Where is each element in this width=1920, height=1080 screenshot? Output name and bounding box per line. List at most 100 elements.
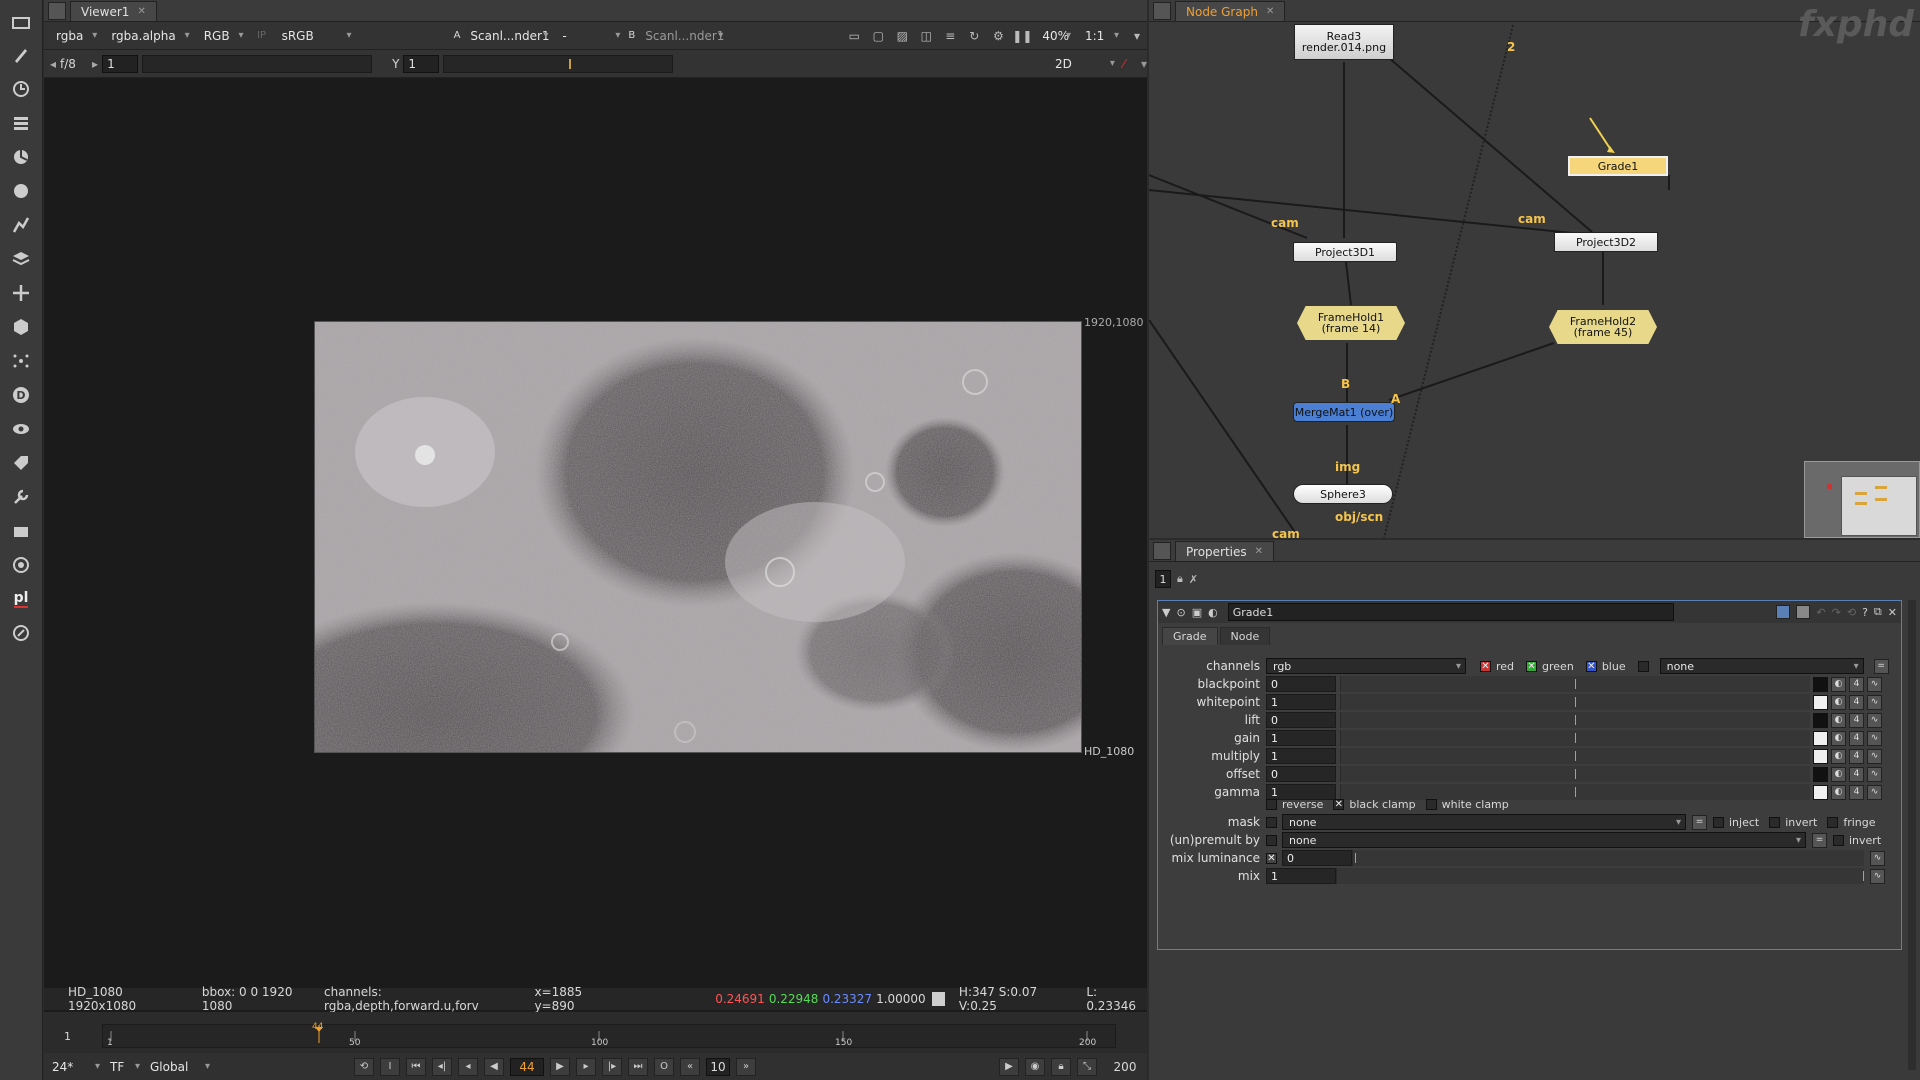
premult-checkbox[interactable] bbox=[1266, 834, 1277, 846]
split-channels-button[interactable]: 4 bbox=[1849, 766, 1864, 782]
overlay-icon[interactable]: ◫ bbox=[916, 26, 936, 46]
color-swatch[interactable] bbox=[1813, 712, 1828, 728]
split-channels-button[interactable]: 4 bbox=[1849, 712, 1864, 728]
curve-icon[interactable]: ∿ bbox=[1867, 748, 1882, 764]
split-channels-button[interactable]: 4 bbox=[1849, 730, 1864, 746]
node-framehold1[interactable]: FrameHold1 (frame 14) bbox=[1297, 306, 1405, 340]
metadata-tag-icon[interactable] bbox=[8, 450, 34, 476]
close-icon[interactable]: ✕ bbox=[1255, 546, 1263, 557]
scope-dropdown[interactable]: Global bbox=[144, 1057, 214, 1077]
loop-icon[interactable]: ⟲ bbox=[354, 1057, 374, 1076]
node-graph-minimap[interactable] bbox=[1804, 461, 1920, 538]
mix-field[interactable]: 1 bbox=[1266, 868, 1336, 884]
param-field[interactable]: 0 bbox=[1266, 676, 1336, 692]
param-slider[interactable] bbox=[1340, 766, 1810, 782]
max-panels-field[interactable]: 1 bbox=[1155, 570, 1171, 588]
refresh-icon[interactable]: ↻ bbox=[964, 26, 984, 46]
collapse-icon[interactable]: ▼ bbox=[1162, 606, 1170, 619]
transform-move-icon[interactable] bbox=[8, 280, 34, 306]
mix-luminance-field[interactable]: 0 bbox=[1282, 850, 1352, 866]
color-wheel-icon[interactable] bbox=[8, 144, 34, 170]
premult-link-button[interactable]: = bbox=[1812, 832, 1827, 848]
channels-select[interactable]: rgb bbox=[1266, 658, 1466, 674]
input-a-dropdown[interactable]: Scanl...nder1 bbox=[464, 26, 552, 46]
ratio-dropdown[interactable]: 1:1 bbox=[1079, 26, 1123, 46]
color-wheel-icon[interactable]: ◐ bbox=[1831, 712, 1846, 728]
extra-channel-checkbox[interactable] bbox=[1637, 660, 1649, 672]
viewer-toggle-icon[interactable] bbox=[8, 10, 34, 36]
param-slider[interactable] bbox=[1340, 730, 1810, 746]
play-backward-icon[interactable]: ◀ bbox=[484, 1057, 504, 1076]
curve-icon[interactable]: ∿ bbox=[1867, 766, 1882, 782]
nukex-icon[interactable] bbox=[8, 620, 34, 646]
param-slider[interactable] bbox=[1340, 748, 1810, 764]
split-channels-button[interactable]: 4 bbox=[1849, 694, 1864, 710]
node-project3d1[interactable]: Project3D1 bbox=[1293, 242, 1397, 262]
particles-icon[interactable] bbox=[8, 348, 34, 374]
alpha-dropdown[interactable]: rgba.alpha bbox=[105, 26, 193, 46]
node-color-swatch[interactable] bbox=[1776, 605, 1791, 619]
tab-grade[interactable]: Grade bbox=[1162, 627, 1218, 645]
invert2-checkbox[interactable] bbox=[1833, 834, 1844, 846]
clip-warning-icon[interactable]: ⁄ bbox=[1123, 57, 1125, 71]
invert-checkbox[interactable] bbox=[1769, 816, 1781, 828]
furnace-icon[interactable] bbox=[8, 552, 34, 578]
white-clamp-checkbox[interactable] bbox=[1425, 798, 1437, 810]
first-frame-icon[interactable]: ⏮ bbox=[406, 1057, 426, 1076]
param-field[interactable]: 1 bbox=[1266, 694, 1336, 710]
split-channels-button[interactable]: 4 bbox=[1849, 784, 1864, 800]
channel-layers-icon[interactable] bbox=[8, 110, 34, 136]
last-frame-icon[interactable]: ⏭ bbox=[628, 1057, 648, 1076]
flipbook-icon[interactable]: ▶ bbox=[999, 1057, 1019, 1076]
curve-icon[interactable]: ∿ bbox=[1870, 868, 1885, 884]
step-field[interactable]: 10 bbox=[706, 1057, 730, 1076]
green-checkbox[interactable]: ✕ bbox=[1526, 660, 1538, 672]
node-read3[interactable]: Read3 render.014.png bbox=[1294, 24, 1394, 60]
skip-forward-icon[interactable]: » bbox=[736, 1057, 756, 1076]
panel-menu-icon[interactable] bbox=[1153, 542, 1171, 560]
fringe-checkbox[interactable] bbox=[1827, 816, 1839, 828]
prev-arrow-icon[interactable]: ◂ bbox=[50, 57, 56, 71]
skip-back-icon[interactable]: « bbox=[680, 1057, 700, 1076]
param-field[interactable]: 0 bbox=[1266, 766, 1336, 782]
paint-brush-icon[interactable] bbox=[8, 42, 34, 68]
pause-icon[interactable]: ❚❚ bbox=[1012, 26, 1032, 46]
mix-slider[interactable] bbox=[1336, 868, 1864, 884]
deep-icon[interactable]: D bbox=[8, 382, 34, 408]
display-channel-dropdown[interactable]: RGB bbox=[198, 26, 248, 46]
color-wheel-icon[interactable]: ◐ bbox=[1831, 784, 1846, 800]
undo-icon[interactable]: ↶ bbox=[1816, 606, 1825, 619]
param-slider[interactable] bbox=[1340, 694, 1810, 710]
curve-icon[interactable]: ∿ bbox=[1870, 850, 1885, 866]
pl-plugin-icon[interactable]: pl bbox=[8, 586, 34, 612]
node-color-icon[interactable]: ◐ bbox=[1208, 606, 1218, 619]
mix-luminance-checkbox[interactable]: ✕ bbox=[1266, 852, 1277, 864]
lut-dropdown[interactable]: sRGB bbox=[276, 26, 356, 46]
param-field[interactable]: 1 bbox=[1266, 748, 1336, 764]
redo-icon[interactable]: ↷ bbox=[1832, 606, 1841, 619]
gain-slider[interactable] bbox=[142, 54, 373, 73]
help-icon[interactable]: ? bbox=[1862, 606, 1868, 619]
color-swatch[interactable] bbox=[1813, 676, 1828, 692]
checker-icon[interactable]: ▨ bbox=[892, 26, 912, 46]
step-forward-icon[interactable]: ▸ bbox=[576, 1057, 596, 1076]
tab-node[interactable]: Node bbox=[1219, 627, 1271, 645]
color-wheel-icon[interactable]: ◐ bbox=[1831, 766, 1846, 782]
mix-luminance-slider[interactable] bbox=[1352, 850, 1864, 866]
channels-dropdown[interactable]: rgba bbox=[50, 26, 101, 46]
premult-select[interactable]: none bbox=[1282, 832, 1806, 848]
close-icon[interactable]: ✕ bbox=[1888, 606, 1897, 619]
color-swatch[interactable] bbox=[1813, 766, 1828, 782]
gain-field[interactable]: 1 bbox=[102, 54, 139, 73]
revert-icon[interactable]: ⟲ bbox=[1847, 606, 1856, 619]
float-icon[interactable]: ⧉ bbox=[1874, 605, 1882, 619]
node-mergemat1[interactable]: MergeMat1 (over) bbox=[1293, 402, 1395, 422]
fps-dropdown[interactable]: 24* bbox=[46, 1057, 104, 1077]
node-graph-panel[interactable]: Node Graph ✕ fxphd Read3 render.014.png G… bbox=[1149, 0, 1920, 538]
out-point-button[interactable]: O bbox=[654, 1057, 674, 1076]
color-swatch[interactable] bbox=[1813, 694, 1828, 710]
view-mode-dropdown[interactable]: 2D bbox=[1049, 54, 1119, 74]
next-key-icon[interactable]: |▸ bbox=[602, 1057, 622, 1076]
gamma-slider[interactable] bbox=[443, 54, 674, 73]
zoom-dropdown[interactable]: 40% bbox=[1036, 26, 1075, 46]
